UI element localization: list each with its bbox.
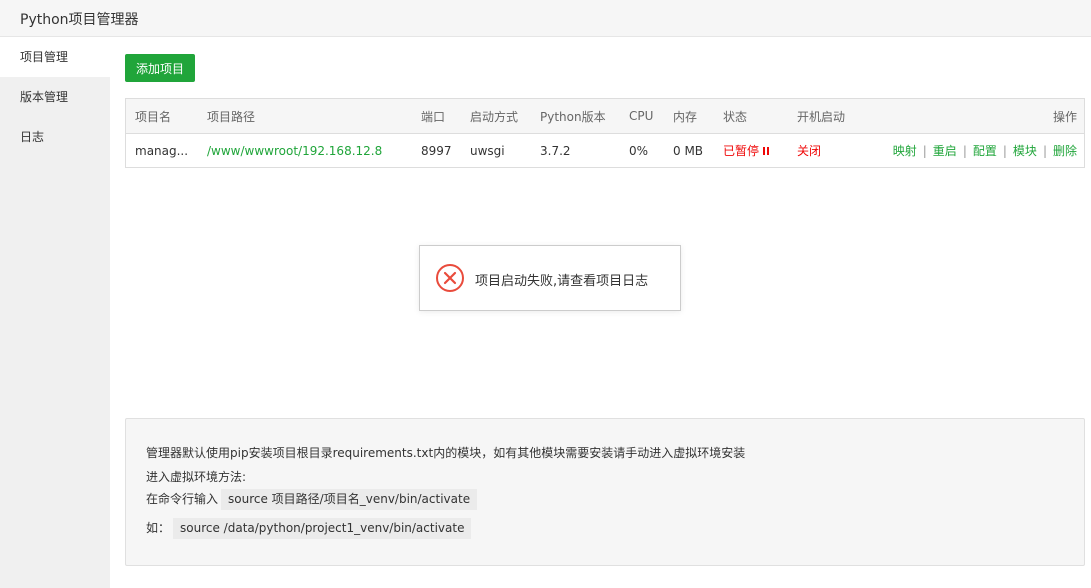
- cell-name: manag...: [135, 143, 189, 158]
- table-row: manag... /www/wwwroot/192.168.12.8 8997 …: [126, 134, 1084, 167]
- cell-port: 8997: [421, 143, 452, 158]
- cell-python: 3.7.2: [540, 143, 571, 158]
- col-header-port: 端口: [421, 109, 446, 124]
- tip-line-2: 进入虚拟环境方法:: [146, 470, 247, 484]
- sidebar-item-logs[interactable]: 日志: [0, 117, 110, 157]
- col-header-boot: 开机启动: [797, 109, 846, 124]
- tip-line-3-label: 在命令行输入: [146, 492, 219, 506]
- error-circle-icon: [436, 264, 464, 292]
- main-content: 添加项目 项目名 项目路径 端口 启动方式 Python版本 CPU 内存 状态…: [110, 37, 1091, 588]
- tip-line-3: 在命令行输入 source 项目路径/项目名_venv/bin/activate: [146, 489, 478, 510]
- tips-panel: 管理器默认使用pip安装项目根目录requirements.txt内的模块，如有…: [125, 418, 1085, 566]
- status-toggle[interactable]: 已暂停: [723, 134, 770, 167]
- cell-cpu: 0%: [629, 143, 649, 158]
- toast-message: 项目启动失败,请查看项目日志: [475, 274, 649, 289]
- window-title: Python项目管理器: [20, 12, 139, 28]
- tip-code-2: source /data/python/project1_venv/bin/ac…: [173, 518, 472, 539]
- restart-link[interactable]: 重启: [933, 142, 957, 159]
- sidebar: 项目管理 版本管理 日志: [0, 37, 110, 588]
- tip-line-4-label: 如：: [146, 521, 171, 535]
- col-header-path: 项目路径: [207, 109, 256, 124]
- col-header-ops: 操作: [1052, 109, 1077, 124]
- tip-code-1: source 项目路径/项目名_venv/bin/activate: [221, 489, 478, 510]
- status-label: 已暂停: [723, 144, 760, 158]
- col-header-startup: 启动方式: [470, 109, 519, 124]
- sidebar-item-version-management[interactable]: 版本管理: [0, 77, 110, 117]
- title-bar: Python项目管理器: [0, 0, 1091, 37]
- cell-startup: uwsgi: [470, 143, 505, 158]
- col-header-mem: 内存: [673, 109, 698, 124]
- col-header-python: Python版本: [540, 109, 606, 124]
- error-toast: 项目启动失败,请查看项目日志: [419, 245, 681, 311]
- cell-mem: 0 MB: [673, 143, 704, 158]
- delete-link[interactable]: 删除: [1053, 142, 1077, 159]
- row-actions: 映射 | 重启 | 配置 | 模块 | 删除: [892, 142, 1077, 159]
- project-table: 项目名 项目路径 端口 启动方式 Python版本 CPU 内存 状态 开机启动…: [125, 98, 1085, 168]
- tip-line-4: 如： source /data/python/project1_venv/bin/…: [146, 518, 472, 539]
- table-header: 项目名 项目路径 端口 启动方式 Python版本 CPU 内存 状态 开机启动…: [126, 99, 1084, 134]
- col-header-cpu: CPU: [629, 109, 654, 123]
- add-project-button[interactable]: 添加项目: [125, 54, 195, 82]
- pause-icon: [763, 146, 770, 155]
- col-header-status: 状态: [723, 109, 748, 124]
- modules-link[interactable]: 模块: [1013, 142, 1037, 159]
- map-link[interactable]: 映射: [893, 142, 917, 159]
- col-header-name: 项目名: [135, 109, 172, 124]
- config-link[interactable]: 配置: [973, 142, 997, 159]
- sidebar-item-project-management[interactable]: 项目管理: [0, 37, 110, 77]
- tip-line-1: 管理器默认使用pip安装项目根目录requirements.txt内的模块，如有…: [146, 446, 746, 460]
- boot-toggle[interactable]: 关闭: [797, 134, 821, 167]
- cell-path-link[interactable]: /www/wwwroot/192.168.12.8: [207, 134, 382, 167]
